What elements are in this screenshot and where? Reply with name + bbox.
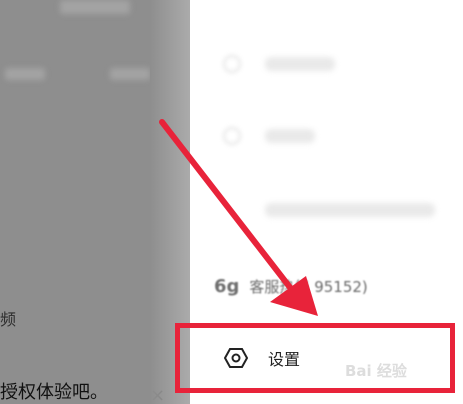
baidu-watermark: Bai 经验: [345, 362, 407, 380]
annotation-arrow: [159, 119, 318, 316]
